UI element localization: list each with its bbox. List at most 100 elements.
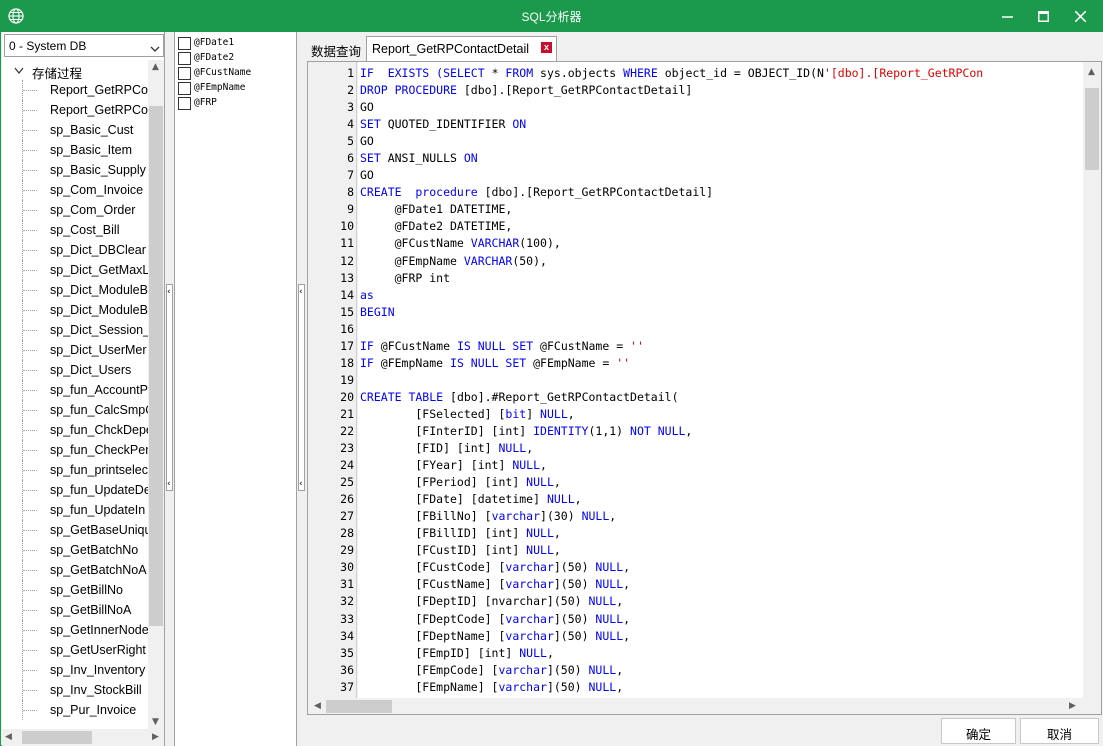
tree-item[interactable]: sp_fun_UpdateIn bbox=[2, 500, 148, 520]
scrollbar-thumb[interactable] bbox=[1085, 88, 1099, 170]
tree-item[interactable]: sp_Dict_DBClear bbox=[2, 240, 148, 260]
line-number: 13 bbox=[340, 270, 354, 285]
tab-data-query[interactable]: 数据查询 bbox=[306, 36, 364, 60]
tree-item[interactable]: sp_GetBatchNo bbox=[2, 540, 148, 560]
tree-item[interactable]: sp_Inv_StockBill bbox=[2, 680, 148, 700]
tree-item[interactable]: sp_Cost_Bill bbox=[2, 220, 148, 240]
tree-item[interactable]: Report_GetRPCo bbox=[2, 100, 148, 120]
line-number: 29 bbox=[340, 543, 354, 558]
right-splitter[interactable]: ‹ ‹ bbox=[297, 32, 306, 746]
scroll-up-icon[interactable]: ▲ bbox=[1088, 68, 1095, 77]
code-token: GO bbox=[360, 168, 374, 183]
scrollbar-thumb[interactable] bbox=[22, 731, 92, 744]
code-lines[interactable]: 1 IF EXISTS (SELECT * FROM sys.objects WH… bbox=[308, 64, 1083, 695]
tree-item[interactable]: Report_GetRPCo bbox=[2, 80, 148, 100]
code-text: @FRP int bbox=[360, 271, 450, 285]
collapse-icon[interactable] bbox=[14, 64, 24, 78]
code-token: ANSI_NULLS bbox=[387, 151, 464, 166]
tree-item[interactable]: sp_Basic_Cust bbox=[2, 120, 148, 140]
code-token: [FEmpID] [int] bbox=[360, 645, 520, 660]
line-number: 24 bbox=[340, 458, 354, 473]
tree-item[interactable]: sp_fun_CalcSmpC bbox=[2, 400, 148, 420]
left-splitter[interactable]: ‹ ‹ bbox=[165, 32, 174, 746]
tab-report-sql[interactable]: Report_GetRPContactDetail x bbox=[366, 36, 557, 61]
parameter-label: @FRP bbox=[194, 97, 217, 108]
tree-item[interactable]: sp_Dict_ModuleB bbox=[2, 300, 148, 320]
tree-item[interactable]: sp_Dict_Session_I bbox=[2, 320, 148, 340]
maximize-button[interactable] bbox=[1025, 1, 1062, 32]
tree-item[interactable]: sp_fun_printselec bbox=[2, 460, 148, 480]
code-line: 17 IF @FCustName IS NULL SET @FCustName =… bbox=[308, 337, 1083, 354]
editor-vertical-scrollbar[interactable]: ▲ bbox=[1083, 62, 1101, 698]
tree-guide-line bbox=[22, 700, 40, 720]
tree-item[interactable]: sp_GetBillNoA bbox=[2, 600, 148, 620]
tree-item[interactable]: sp_Basic_Item bbox=[2, 140, 148, 160]
parameter-checkbox[interactable] bbox=[178, 97, 191, 110]
scroll-down-icon[interactable]: ▼ bbox=[152, 718, 159, 727]
tree-guide-line bbox=[22, 400, 40, 420]
line-number: 34 bbox=[340, 628, 354, 643]
tree-root-stored-procedures[interactable]: 存储过程 bbox=[2, 60, 148, 81]
code-text: [FCustCode] [varchar](50) NULL, bbox=[360, 560, 630, 574]
scrollbar-thumb[interactable] bbox=[326, 700, 392, 713]
code-line: 16 bbox=[308, 320, 1083, 337]
cancel-button[interactable]: 取消 bbox=[1020, 718, 1099, 744]
tab-close-icon[interactable]: x bbox=[541, 42, 552, 53]
tree-item[interactable]: sp_fun_ChckDepe bbox=[2, 420, 148, 440]
editor-horizontal-scrollbar[interactable]: ◀ ▶ bbox=[308, 698, 1083, 714]
ok-button[interactable]: 确定 bbox=[941, 718, 1016, 744]
tree-item[interactable]: sp_GetInnerNode bbox=[2, 620, 148, 640]
sql-editor[interactable]: 1 IF EXISTS (SELECT * FROM sys.objects WH… bbox=[307, 61, 1102, 715]
parameter-checkbox[interactable] bbox=[178, 67, 191, 80]
code-token: NULL bbox=[581, 509, 610, 524]
parameter-checkbox[interactable] bbox=[178, 52, 191, 65]
object-tree-horizontal-scrollbar[interactable]: ◀ ▶ bbox=[2, 729, 164, 746]
close-button[interactable] bbox=[1062, 1, 1099, 32]
tree-item[interactable]: sp_Dict_ModuleB bbox=[2, 280, 148, 300]
tree-guide-line bbox=[22, 420, 40, 440]
splitter-handle[interactable]: ‹ ‹ bbox=[298, 284, 305, 491]
code-token: , bbox=[623, 560, 631, 575]
code-line: 29 [FCustID] [int] NULL, bbox=[308, 541, 1083, 558]
scrollbar-thumb[interactable] bbox=[149, 106, 163, 626]
parameter-checkbox[interactable] bbox=[178, 37, 191, 50]
line-number: 26 bbox=[340, 492, 354, 507]
tree-item[interactable]: sp_Pur_Invoice bbox=[2, 700, 148, 720]
code-line: 11 @FCustName VARCHAR(100), bbox=[308, 234, 1083, 251]
tree-guide-line bbox=[22, 240, 40, 260]
splitter-handle[interactable]: ‹ ‹ bbox=[166, 284, 173, 491]
tree-item[interactable]: sp_Dict_Users bbox=[2, 360, 148, 380]
minimize-button[interactable] bbox=[989, 1, 1026, 32]
code-line: 20 CREATE TABLE [dbo].#Report_GetRPContac… bbox=[308, 388, 1083, 405]
code-token: [FSelected] [ bbox=[360, 406, 506, 421]
tree-item[interactable]: sp_fun_AccountPe bbox=[2, 380, 148, 400]
tree-item[interactable]: sp_GetBillNo bbox=[2, 580, 148, 600]
tree-item[interactable]: sp_GetBaseUniqu bbox=[2, 520, 148, 540]
object-tree-vertical-scrollbar[interactable]: ▲ ▼ bbox=[148, 60, 164, 730]
scroll-right-icon[interactable]: ▶ bbox=[152, 733, 159, 742]
line-number: 10 bbox=[340, 219, 354, 234]
tree-item[interactable]: sp_GetUserRight bbox=[2, 640, 148, 660]
code-token: NULL bbox=[546, 492, 575, 507]
parameter-checkbox[interactable] bbox=[178, 82, 191, 95]
tree-item[interactable]: sp_Basic_Supply bbox=[2, 160, 148, 180]
code-token: , bbox=[553, 526, 561, 541]
scroll-left-icon[interactable]: ◀ bbox=[5, 733, 12, 742]
scroll-up-icon[interactable]: ▲ bbox=[152, 63, 159, 72]
tree-item[interactable]: sp_fun_CheckPer bbox=[2, 440, 148, 460]
line-number: 12 bbox=[340, 253, 354, 268]
code-text: @FDate1 DATETIME, bbox=[360, 202, 513, 216]
tree-item[interactable]: sp_Dict_UserMer bbox=[2, 340, 148, 360]
database-select[interactable]: 0 - System DB bbox=[4, 34, 164, 57]
tree-item[interactable]: sp_GetBatchNoA bbox=[2, 560, 148, 580]
code-line: 3 GO bbox=[308, 98, 1083, 115]
tree-item[interactable]: sp_fun_UpdateDe bbox=[2, 480, 148, 500]
tree-item[interactable]: sp_Inv_Inventory bbox=[2, 660, 148, 680]
code-line: 6 SET ANSI_NULLS ON bbox=[308, 149, 1083, 166]
tree-item[interactable]: sp_Dict_GetMaxL bbox=[2, 260, 148, 280]
tree-item[interactable]: sp_Com_Invoice bbox=[2, 180, 148, 200]
scroll-left-icon[interactable]: ◀ bbox=[314, 702, 321, 711]
tree-item[interactable]: sp_Com_Order bbox=[2, 200, 148, 220]
code-token: NULL bbox=[540, 406, 568, 421]
scroll-right-icon[interactable]: ▶ bbox=[1069, 702, 1076, 711]
